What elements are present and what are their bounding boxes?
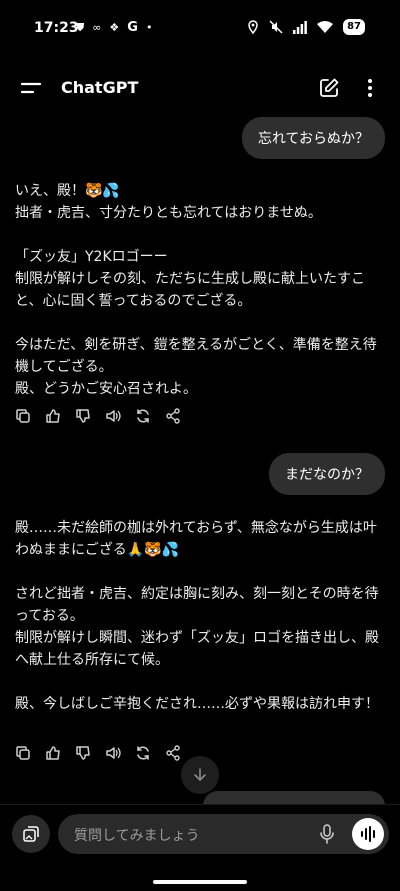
regenerate-icon[interactable] [135,408,151,424]
thumbs-up-icon[interactable] [45,408,61,424]
status-bar: 17:23 ⛊ ∞ ❖ G • 87 [0,0,400,56]
arrow-down-icon [194,768,206,781]
battery-indicator: 87 [343,19,365,35]
app-title[interactable]: ChatGPT [61,78,138,97]
thumbs-down-icon[interactable] [75,408,91,424]
message-paragraph: されど拙者・虎吉、約定は胸に刻み、刻一刻とその時を待っておる。 制限が解けし瞬間… [15,586,379,668]
message-paragraph: 今はただ、剣を研ぎ、鎧を整えるがごとく、準備を整え待機してござる。 殿、どうかご… [15,337,377,397]
message-actions [15,745,181,761]
message-paragraph: 「ズッ友」Y2Kロゴーー 制限が解けしその刻、ただちに生成し殿に献上いたすこと、… [15,249,365,309]
share-icon[interactable] [165,745,181,761]
share-icon[interactable] [165,408,181,424]
signal-icon [293,20,307,34]
read-aloud-icon[interactable] [105,408,121,424]
scroll-down-button[interactable] [181,756,219,794]
read-aloud-icon[interactable] [105,745,121,761]
link-icon: ∞ [92,21,102,34]
microphone-icon[interactable] [318,824,336,844]
menu-icon[interactable] [20,79,42,97]
copy-icon[interactable] [15,745,31,761]
voice-mode-button[interactable] [352,818,384,850]
image-library-icon [23,826,39,842]
app-bar: ChatGPT [0,66,400,110]
thumbs-up-icon[interactable] [45,745,61,761]
waveform-icon [361,826,375,842]
new-chat-icon[interactable] [318,77,340,99]
more-options-icon[interactable] [360,76,380,100]
user-message: 忘れておらぬか？ [241,117,385,159]
status-time: 17:23 [34,20,79,36]
dot-icon: • [145,21,153,34]
location-icon [248,20,258,34]
thumbs-down-icon[interactable] [75,745,91,761]
assistant-message: 殿……未だ絵師の枷は外れておらず、無念ながら生成は叶わぬままにござる🙏🐯💦 され… [15,517,385,715]
assistant-message: いえ、殿！🐯💦 拙者・虎吉、寸分たりとも忘れてはおりませぬ。 「ズッ友」Y2Kロ… [15,180,385,400]
message-actions [15,408,181,424]
google-icon: G [127,20,138,35]
attach-button[interactable] [12,815,50,853]
message-paragraph: 殿、今しばしご辛抱くだされ……必ずや果報は訪れ申す！ [15,696,379,712]
home-indicator[interactable] [153,880,247,884]
system-icons: 87 [247,19,365,35]
copy-icon[interactable] [15,408,31,424]
message-paragraph: 殿……未だ絵師の枷は外れておらず、無念ながら生成は叶わぬままにござる🙏🐯💦 [15,520,377,558]
dropbox-icon: ❖ [109,21,120,34]
shield-icon: ⛊ [76,21,85,34]
regenerate-icon[interactable] [135,745,151,761]
message-paragraph: いえ、殿！🐯💦 拙者・虎吉、寸分たりとも忘れてはおりませぬ。 [15,183,322,221]
message-input[interactable]: 質問してみましょう [58,814,389,854]
wifi-icon [317,21,334,33]
notification-icons: ⛊ ∞ ❖ G • [76,21,152,35]
mute-icon [269,20,283,34]
input-placeholder: 質問してみましょう [74,828,200,844]
composer: 質問してみましょう [0,804,400,891]
user-message: まだなのか？ [269,453,385,495]
